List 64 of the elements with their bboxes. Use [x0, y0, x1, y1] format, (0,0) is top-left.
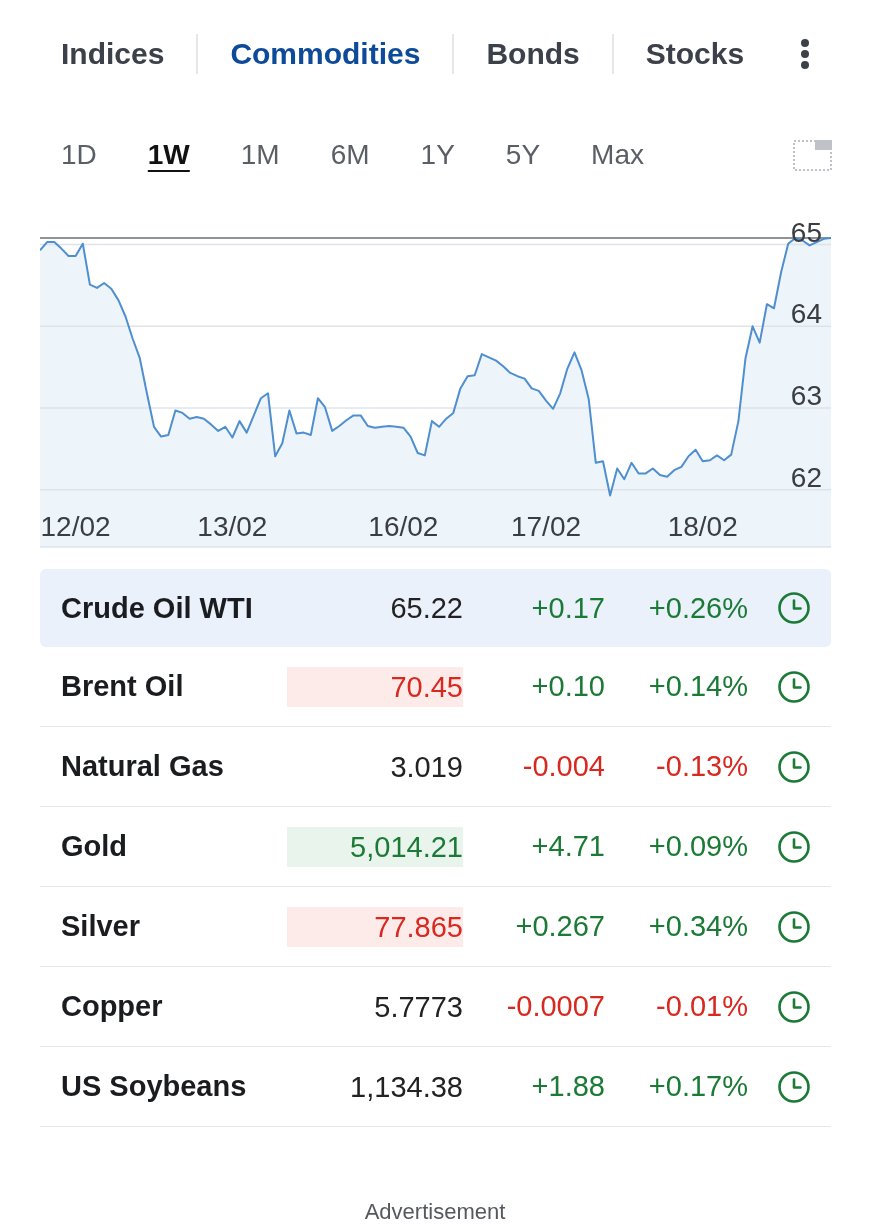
time-range-tab[interactable]: 1W	[147, 138, 190, 172]
quote-row[interactable]: Copper 5.7773 -0.0007 -0.01%	[40, 967, 831, 1047]
clock-icon	[778, 830, 810, 863]
instrument-name: Crude Oil WTI	[61, 591, 254, 625]
clock-icon	[778, 750, 810, 783]
quote-row[interactable]: Gold 5,014.21 +4.71 +0.09%	[40, 807, 831, 887]
clock-icon	[778, 1070, 810, 1103]
price-change: +1.88	[530, 1070, 605, 1103]
market-tab[interactable]: Bonds	[454, 32, 612, 76]
time-range-tab[interactable]: 1M	[240, 138, 280, 172]
last-price: 1,134.38	[349, 1069, 463, 1105]
clock-icon	[778, 990, 810, 1023]
clock-icon	[778, 910, 810, 943]
percent-change: +0.09%	[647, 830, 748, 863]
last-price: 5,014.21	[287, 826, 463, 867]
time-range-tab[interactable]: 1D	[61, 138, 97, 172]
instrument-name: Gold	[61, 830, 129, 863]
last-price: 77.865	[287, 906, 463, 947]
quote-row[interactable]: Silver 77.865 +0.267 +0.34%	[40, 887, 831, 967]
percent-change: +0.14%	[647, 670, 748, 703]
y-axis-label: 62	[790, 461, 822, 493]
clock-icon	[778, 670, 810, 703]
percent-change: +0.26%	[647, 591, 748, 625]
time-range-tab[interactable]: 1Y	[420, 138, 455, 172]
quote-row[interactable]: US Soybeans 1,134.38 +1.88 +0.17%	[40, 1047, 831, 1127]
price-change: +0.17	[530, 591, 605, 625]
time-range-tab[interactable]: 5Y	[505, 138, 541, 172]
time-range-tab[interactable]: 6M	[330, 138, 370, 172]
last-price: 70.45	[287, 666, 463, 707]
quote-row[interactable]: Crude Oil WTI 65.22 +0.17 +0.26%	[40, 569, 831, 647]
percent-change: -0.13%	[655, 750, 748, 783]
x-axis-label: 18/02	[667, 511, 738, 542]
instrument-name: Natural Gas	[61, 750, 225, 783]
price-change: +0.10	[530, 670, 605, 703]
dotted-frame-icon[interactable]	[793, 139, 832, 171]
x-axis-label: 12/02	[40, 511, 111, 542]
more-menu-icon[interactable]	[801, 39, 809, 69]
advertisement-label: Advertisement	[364, 1199, 506, 1225]
instrument-name: US Soybeans	[61, 1070, 248, 1103]
price-change: +0.267	[514, 910, 605, 943]
clock-icon	[778, 592, 810, 624]
y-axis-label: 64	[790, 298, 822, 330]
percent-change: +0.34%	[647, 910, 748, 943]
quote-row[interactable]: Natural Gas 3.019 -0.004 -0.13%	[40, 727, 831, 807]
price-change: -0.0007	[505, 990, 605, 1023]
percent-change: +0.17%	[647, 1070, 748, 1103]
last-price: 5.7773	[373, 989, 463, 1025]
instrument-name: Copper	[61, 990, 164, 1023]
time-range-tab[interactable]: Max	[591, 138, 644, 172]
price-change: -0.004	[521, 750, 605, 783]
x-axis-label: 13/02	[197, 511, 268, 542]
last-price: 65.22	[389, 591, 463, 626]
y-axis-label: 63	[790, 380, 822, 411]
percent-change: -0.01%	[655, 990, 748, 1023]
last-price: 3.019	[389, 749, 463, 785]
x-axis-label: 17/02	[510, 511, 582, 542]
instrument-name: Brent Oil	[61, 670, 185, 703]
quote-row[interactable]: Brent Oil 70.45 +0.10 +0.14%	[40, 647, 831, 727]
market-tab[interactable]: Stocks	[613, 32, 777, 76]
market-tab[interactable]: Commodities	[198, 32, 453, 76]
x-axis-label: 16/02	[368, 511, 439, 542]
instrument-name: Silver	[61, 910, 141, 943]
market-tab[interactable]: Indices	[29, 32, 197, 76]
price-change: +4.71	[530, 830, 605, 863]
